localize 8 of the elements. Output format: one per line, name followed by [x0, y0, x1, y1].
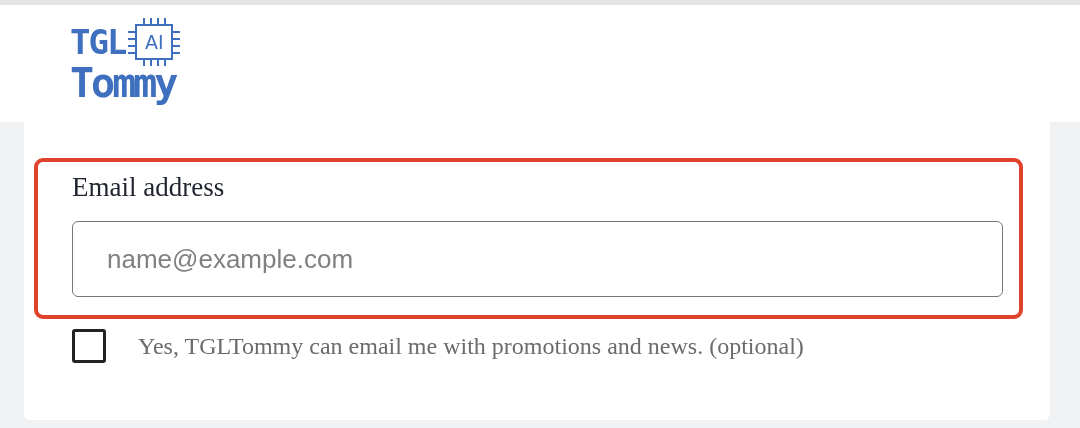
- checkbox[interactable]: [72, 329, 106, 363]
- logo-text: Tommy: [70, 61, 177, 105]
- checkbox-label: Yes, TGLTommy can email me with promotions and news. (optional): [138, 332, 804, 360]
- chip-icon: [127, 17, 182, 67]
- logo-text: TGL: [70, 22, 126, 62]
- email-field[interactable]: name@example.com: [72, 221, 1003, 297]
- field-label: Email address: [72, 172, 226, 203]
- chip-text: AI: [145, 31, 164, 53]
